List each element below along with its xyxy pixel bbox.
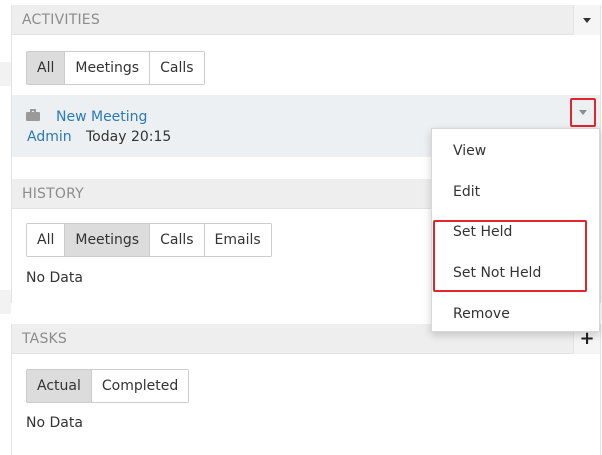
empty-message: No Data [26, 270, 83, 286]
tasks-tabs: Actual Completed [26, 369, 190, 403]
activity-name-link[interactable]: New Meeting [56, 109, 147, 125]
tasks-panel: TASKS + Actual Completed No Data [11, 324, 601, 455]
assigned-user-link[interactable]: Admin [27, 129, 72, 145]
menu-item-remove[interactable]: Remove [432, 293, 599, 334]
caret-down-icon [579, 110, 587, 115]
tab-actual[interactable]: Actual [27, 370, 92, 402]
activities-menu-button[interactable] [573, 5, 600, 35]
menu-item-set-held[interactable]: Set Held [432, 212, 599, 253]
panel-title: ACTIVITIES [22, 11, 100, 28]
left-divider [0, 290, 11, 314]
tab-emails[interactable]: Emails [204, 224, 271, 256]
briefcase-icon [26, 109, 40, 121]
menu-item-view[interactable]: View [432, 131, 599, 172]
caret-down-icon [583, 17, 591, 23]
activities-header: ACTIVITIES [12, 5, 600, 35]
activity-actions-button[interactable] [570, 98, 596, 127]
panel-title: TASKS [22, 330, 67, 347]
tab-all[interactable]: All [27, 224, 66, 256]
activity-time: Today 20:15 [86, 129, 172, 145]
activity-actions-menu: View Edit Set Held Set Not Held Remove [431, 128, 600, 332]
tab-all[interactable]: All [27, 52, 66, 84]
tab-meetings[interactable]: Meetings [65, 224, 151, 256]
activities-tabs: All Meetings Calls [26, 51, 205, 85]
empty-message: No Data [26, 415, 83, 431]
menu-item-set-not-held[interactable]: Set Not Held [432, 253, 599, 294]
detail-view: ACTIVITIES All Meetings Calls New Meetin… [0, 0, 602, 455]
menu-item-edit[interactable]: Edit [432, 172, 599, 213]
tab-meetings[interactable]: Meetings [65, 52, 151, 84]
tab-calls[interactable]: Calls [150, 224, 205, 256]
panel-title: HISTORY [22, 185, 84, 202]
tab-calls[interactable]: Calls [150, 52, 204, 84]
tab-completed[interactable]: Completed [91, 370, 189, 402]
history-tabs: All Meetings Calls Emails [26, 223, 272, 257]
left-divider [0, 62, 11, 86]
